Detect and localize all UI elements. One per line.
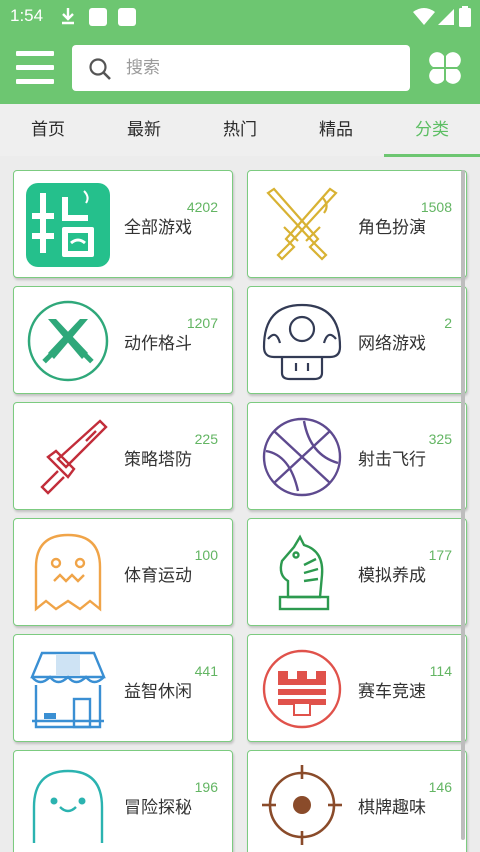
category-count: 225 <box>194 431 218 447</box>
action-swords-icon <box>27 300 109 382</box>
castle-icon <box>262 649 342 729</box>
search-icon <box>89 58 111 80</box>
search-input[interactable] <box>126 54 386 82</box>
sword-icon <box>40 419 108 495</box>
basketball-icon <box>262 417 342 497</box>
category-name: 网络游戏 <box>358 334 426 354</box>
category-name: 益智休闲 <box>124 682 192 702</box>
tab-categories[interactable]: 分类 <box>384 104 480 156</box>
ghost-icon <box>34 533 102 612</box>
status-bar: 1:54 <box>0 0 480 34</box>
category-card-adventure[interactable]: 196 冒险探秘 <box>13 750 233 852</box>
tab-featured[interactable]: 精品 <box>288 104 384 156</box>
category-name: 策略塔防 <box>124 450 192 470</box>
category-name: 角色扮演 <box>358 218 426 238</box>
category-count: 177 <box>428 547 452 563</box>
target-icon <box>262 765 342 845</box>
category-count: 100 <box>194 547 218 563</box>
download-icon <box>62 8 74 25</box>
battery-icon <box>459 6 471 27</box>
category-name: 赛车竞速 <box>358 682 426 702</box>
category-card-strategy[interactable]: 225 策略塔防 <box>13 402 233 510</box>
menu-icon-line <box>16 51 54 56</box>
status-time: 1:54 <box>10 6 44 25</box>
category-card-simulation[interactable]: 177 模拟养成 <box>247 518 467 626</box>
category-count: 325 <box>428 431 452 447</box>
tab-latest[interactable]: 最新 <box>96 104 192 156</box>
menu-icon-line <box>16 79 54 84</box>
category-count: 196 <box>194 779 218 795</box>
notification-square-icon <box>89 8 107 26</box>
category-card-online[interactable]: 2 网络游戏 <box>247 286 467 394</box>
category-name: 体育运动 <box>124 566 192 586</box>
category-name: 射击飞行 <box>358 450 426 470</box>
category-name: 棋牌趣味 <box>358 798 426 818</box>
category-count: 146 <box>428 779 452 795</box>
category-name: 冒险探秘 <box>124 798 192 818</box>
category-name: 动作格斗 <box>124 334 192 354</box>
category-count: 441 <box>194 663 218 679</box>
category-card-puzzle[interactable]: 441 益智休闲 <box>13 634 233 742</box>
mushroom-icon <box>262 303 342 381</box>
category-name: 全部游戏 <box>124 218 192 238</box>
category-card-racing[interactable]: 114 赛车竞速 <box>247 634 467 742</box>
app-bar <box>0 34 480 104</box>
chess-knight-icon <box>278 534 330 611</box>
category-card-rpg[interactable]: 1508 角色扮演 <box>247 170 467 278</box>
category-card-all-games[interactable]: 4202 全部游戏 <box>13 170 233 278</box>
menu-button[interactable] <box>16 51 54 85</box>
category-card-shooting[interactable]: 325 射击飞行 <box>247 402 467 510</box>
blob-face-icon <box>32 769 104 843</box>
category-count: 114 <box>429 663 452 679</box>
clover-icon[interactable] <box>425 48 465 88</box>
category-count: 2 <box>444 315 452 331</box>
notification-square-icon <box>118 8 136 26</box>
category-card-action[interactable]: 1207 动作格斗 <box>13 286 233 394</box>
shop-icon <box>30 651 106 729</box>
wifi-icon <box>413 8 435 25</box>
scrollbar[interactable] <box>461 170 465 840</box>
category-grid: 4202 全部游戏 1508 角色扮演 1207 动作格斗 2 网络游戏 225… <box>0 157 480 852</box>
crossed-swords-icon <box>266 187 338 261</box>
category-card-sports[interactable]: 100 体育运动 <box>13 518 233 626</box>
menu-icon-line <box>16 65 54 70</box>
category-tabs: 首页 最新 热门 精品 分类 <box>0 104 480 156</box>
tab-home[interactable]: 首页 <box>0 104 96 156</box>
category-card-board[interactable]: 146 棋牌趣味 <box>247 750 467 852</box>
category-name: 模拟养成 <box>358 566 426 586</box>
search-bar[interactable] <box>72 45 410 91</box>
all-games-icon <box>26 183 110 267</box>
tab-hot[interactable]: 热门 <box>192 104 288 156</box>
signal-icon <box>438 9 454 25</box>
